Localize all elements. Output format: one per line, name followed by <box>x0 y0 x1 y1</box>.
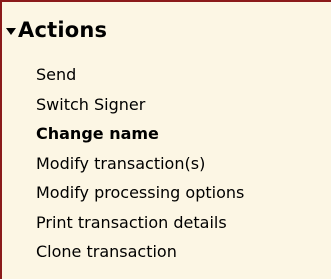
actions-panel: Actions Send Switch Signer Change name M… <box>0 0 331 279</box>
action-switch-signer[interactable]: Switch Signer <box>36 90 244 120</box>
actions-title: Actions <box>18 18 108 42</box>
action-clone-transaction[interactable]: Clone transaction <box>36 237 244 267</box>
actions-menu: Send Switch Signer Change name Modify tr… <box>36 60 244 267</box>
actions-header[interactable]: Actions <box>6 16 107 44</box>
action-print-transaction-details[interactable]: Print transaction details <box>36 208 244 238</box>
action-change-name[interactable]: Change name <box>36 119 244 149</box>
action-modify-transactions[interactable]: Modify transaction(s) <box>36 149 244 179</box>
triangle-down-icon[interactable] <box>6 27 16 35</box>
action-modify-processing-options[interactable]: Modify processing options <box>36 178 244 208</box>
action-send[interactable]: Send <box>36 60 244 90</box>
